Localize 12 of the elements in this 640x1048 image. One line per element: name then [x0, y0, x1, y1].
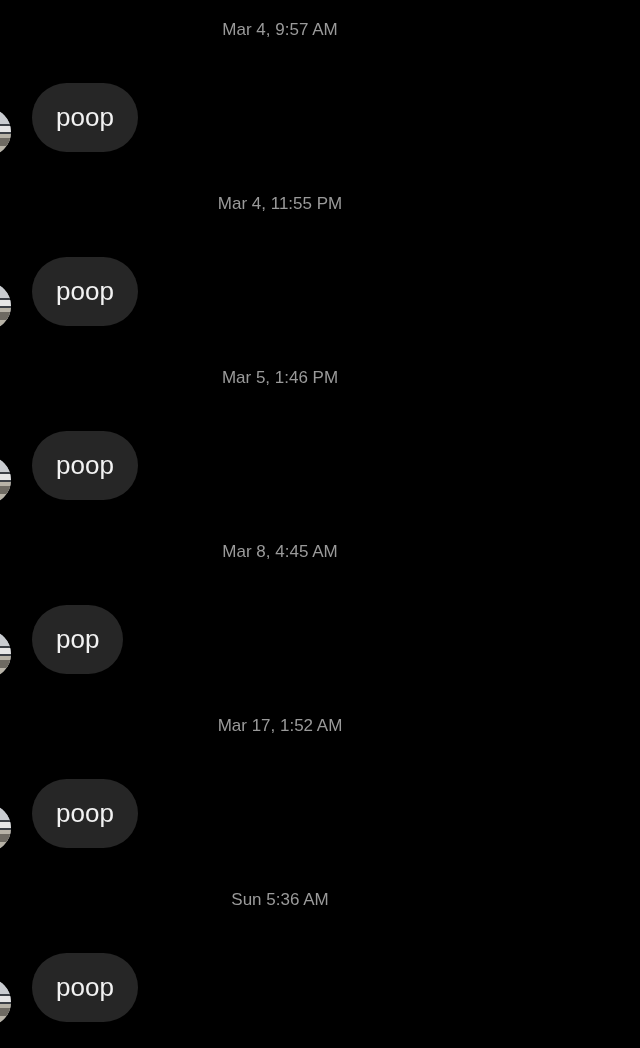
message-timestamp: Mar 17, 1:52 AM	[217, 716, 343, 736]
message-timestamp: Mar 8, 4:45 AM	[222, 542, 338, 562]
message-bubble: poop	[32, 257, 138, 326]
message-timestamp: Sun 5:36 AM	[231, 890, 329, 910]
message-timestamp: Mar 5, 1:46 PM	[221, 368, 339, 388]
message-bubble: poop	[32, 431, 138, 500]
message-bubble: poop	[32, 953, 138, 1022]
message-bubble: pop	[32, 605, 124, 674]
message-timestamp: Mar 4, 11:55 PM	[217, 194, 343, 214]
message-timestamp: Mar 4, 9:57 AM	[222, 20, 338, 40]
message-bubble: poop	[32, 83, 138, 152]
message-bubble: poop	[32, 779, 138, 848]
